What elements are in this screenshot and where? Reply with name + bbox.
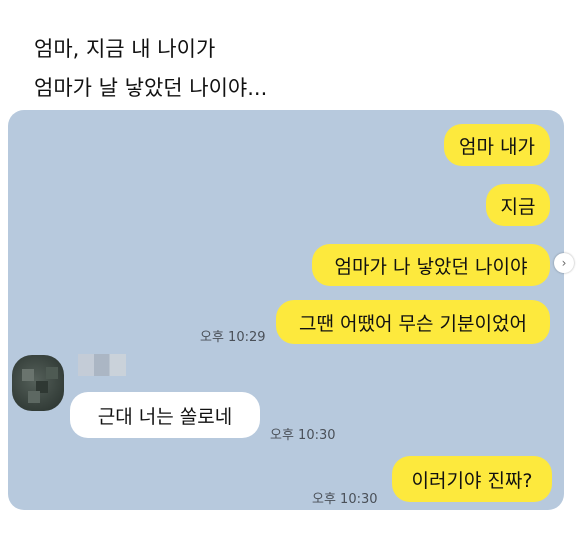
post-caption: 엄마, 지금 내 나이가 엄마가 날 낳았던 나이야...	[34, 30, 267, 108]
message-timestamp: 오후 10:29	[200, 330, 266, 345]
chevron-right-icon[interactable]: ›	[554, 253, 574, 273]
chat-bubble-sent: 엄마가 나 낳았던 나이야	[312, 244, 550, 286]
chat-bubble-sent: 그땐 어땠어 무슨 기분이었어	[276, 300, 550, 344]
chat-bubble-sent: 지금	[486, 184, 550, 226]
caption-line-1: 엄마, 지금 내 나이가	[34, 37, 216, 61]
chat-screenshot: 엄마 내가 지금 엄마가 나 낳았던 나이야 그땐 어땠어 무슨 기분이었어 오…	[8, 110, 564, 510]
message-timestamp: 오후 10:30	[312, 492, 378, 507]
chat-bubble-sent: 이러기야 진짜?	[392, 456, 552, 502]
chat-bubble-sent: 엄마 내가	[444, 124, 550, 166]
caption-line-2: 엄마가 날 낳았던 나이야...	[34, 76, 268, 100]
contact-name-blurred	[78, 354, 126, 376]
message-timestamp: 오후 10:30	[270, 428, 336, 443]
contact-avatar	[12, 355, 64, 411]
chat-bubble-received: 근대 너는 쏠로네	[70, 392, 260, 438]
